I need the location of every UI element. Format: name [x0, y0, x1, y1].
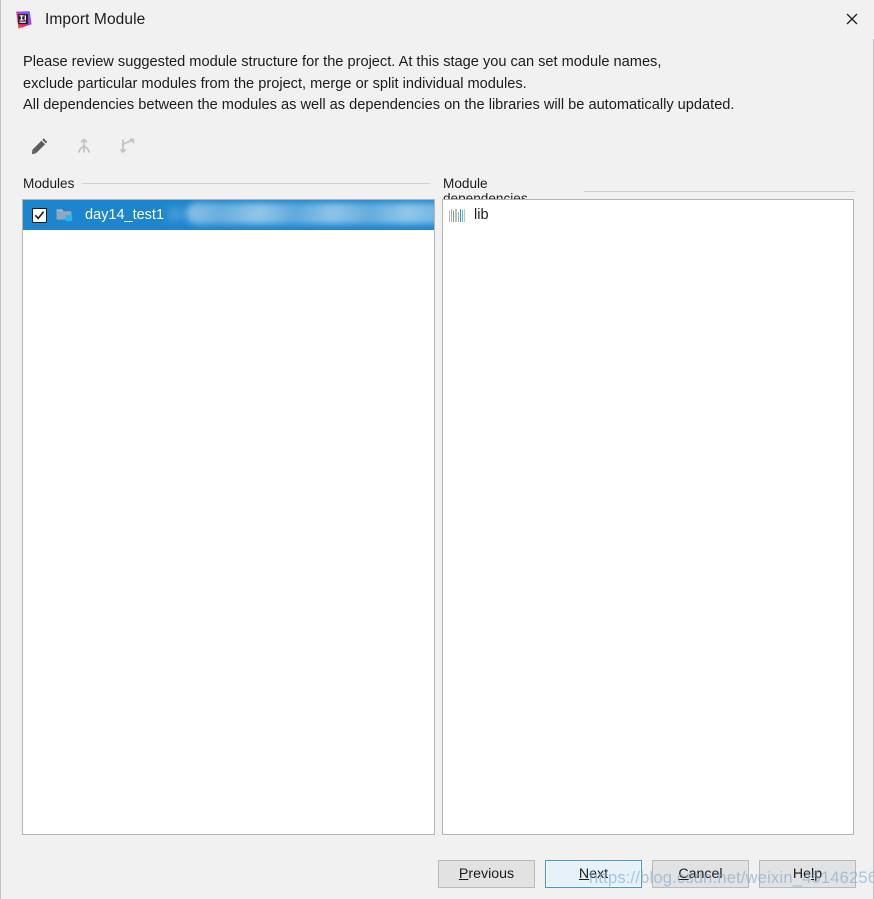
cancel-mnemonic: C	[678, 866, 688, 882]
section-divider	[584, 191, 855, 192]
modules-list[interactable]: day14_test1 (D:\IDEA\workspace\module\pa…	[22, 199, 435, 835]
module-path: (D:\IDEA\workspace\module\path)	[168, 207, 387, 223]
module-checkbox[interactable]	[32, 208, 47, 223]
edit-icon[interactable]	[27, 133, 53, 159]
description-line-1: Please review suggested module structure…	[23, 52, 853, 74]
dialog-description: Please review suggested module structure…	[23, 52, 853, 117]
next-label-rest: ext	[589, 866, 608, 882]
title-bar: Import Module	[1, 0, 874, 39]
help-button[interactable]: Help	[759, 860, 856, 888]
cancel-button[interactable]: Cancel	[652, 860, 749, 888]
module-toolbar	[27, 131, 141, 161]
previous-button[interactable]: Previous	[438, 860, 535, 888]
previous-label-rest: revious	[468, 866, 514, 882]
window-title: Import Module	[45, 11, 145, 29]
dependency-name: lib	[474, 207, 489, 223]
module-folder-icon	[56, 207, 74, 223]
cancel-label-rest: ancel	[689, 866, 723, 882]
library-icon	[449, 208, 465, 222]
intellij-idea-icon	[13, 10, 33, 30]
description-line-2: exclude particular modules from the proj…	[23, 74, 853, 96]
merge-icon	[71, 133, 97, 159]
split-icon	[115, 133, 141, 159]
dialog-button-bar: Previous Next Cancel Help	[438, 860, 858, 888]
description-line-3: All dependencies between the modules as …	[23, 95, 853, 117]
previous-mnemonic: P	[459, 866, 468, 882]
next-button[interactable]: Next	[545, 860, 642, 888]
modules-label-text: Modules	[23, 176, 74, 191]
help-label-rest: p	[814, 866, 822, 882]
next-mnemonic: N	[579, 866, 589, 882]
section-divider	[82, 183, 430, 184]
dependencies-list[interactable]: lib	[442, 199, 854, 835]
modules-section-label: Modules	[23, 176, 435, 191]
module-name: day14_test1	[85, 207, 164, 223]
help-label-start: He	[793, 866, 811, 882]
close-icon[interactable]	[829, 0, 874, 38]
import-module-dialog: Import Module Please review suggested mo…	[0, 0, 874, 899]
list-item[interactable]: lib	[443, 200, 853, 230]
list-item[interactable]: day14_test1 (D:\IDEA\workspace\module\pa…	[23, 200, 434, 230]
